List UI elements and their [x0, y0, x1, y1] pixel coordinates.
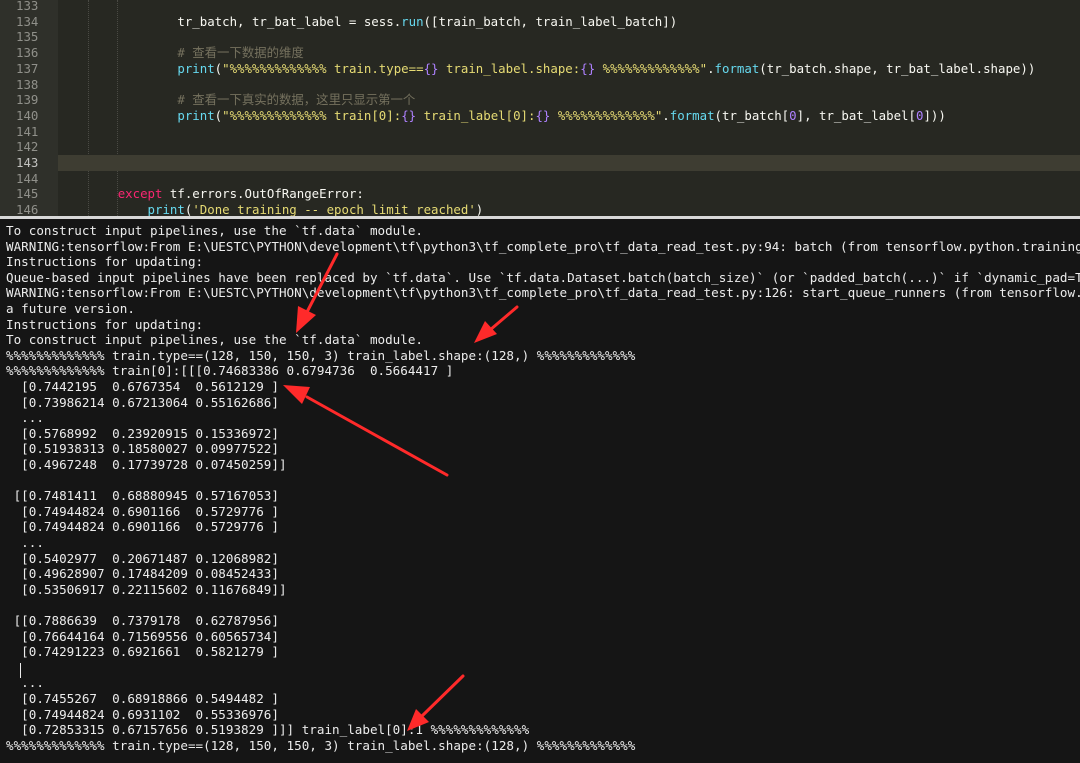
line-number: 141	[16, 123, 39, 139]
text-cursor	[20, 663, 21, 678]
console-line: [0.4967248 0.17739728 0.07450259]]	[6, 457, 287, 472]
console-line: [0.74291223 0.6921661 0.5821279 ]	[6, 644, 279, 660]
console-line: [0.5402977 0.20671487 0.12068982]	[6, 550, 279, 566]
console-line: %%%%%%%%%%%%% train[0]:[[[0.74683386 0.6…	[6, 363, 454, 379]
code-line[interactable]: except tf.errors.OutOfRangeError:	[58, 186, 1080, 202]
console-line: [0.74944824 0.6901166 0.5729776 ]	[6, 519, 279, 535]
run-console-output[interactable]: To construct input pipelines, use the `t…	[0, 219, 1080, 763]
code-line[interactable]	[58, 171, 1080, 187]
console-line: [0.72853315 0.67157656 0.5193829 ]]] tra…	[6, 722, 530, 738]
console-line: Instructions for updating:	[6, 316, 204, 332]
code-line[interactable]: print("%%%%%%%%%%%%% train.type=={} trai…	[58, 61, 1080, 77]
code-line[interactable]	[58, 155, 1080, 171]
code-line[interactable]: print('Done training -- epoch limit reac…	[58, 202, 1080, 216]
code-line[interactable]	[58, 29, 1080, 45]
console-line: [0.51938313 0.18580027 0.09977522]	[6, 441, 279, 457]
console-line: [0.74944824 0.6901166 0.5729776 ]	[6, 503, 279, 519]
code-line[interactable]	[58, 124, 1080, 140]
code-line[interactable]	[58, 0, 1080, 14]
line-number: 133	[16, 0, 39, 13]
console-line: To construct input pipelines, use the `t…	[6, 332, 424, 348]
code-editor-pane[interactable]: 133 134 tr_batch, tr_bat_label = sess.run…	[0, 0, 1080, 216]
line-number: 144	[16, 170, 39, 186]
console-line: %%%%%%%%%%%%% train.type==(128, 150, 150…	[6, 347, 636, 363]
line-number: 135	[16, 29, 39, 45]
console-line: WARNING:tensorflow:From E:\UESTC\PYTHON\…	[6, 238, 1080, 254]
line-number: 139	[16, 92, 39, 108]
console-line: ...	[6, 410, 44, 426]
console-line: %%%%%%%%%%%%% train.type==(128, 150, 150…	[6, 737, 636, 753]
line-number: 137	[16, 60, 39, 76]
console-line: Instructions for updating:	[6, 254, 204, 270]
console-line: [0.74944824 0.6931102 0.55336976]	[6, 706, 279, 722]
console-line: [0.7442195 0.6767354 0.5612129 ]	[6, 379, 279, 394]
line-number: 140	[16, 107, 39, 123]
console-line: WARNING:tensorflow:From E:\UESTC\PYTHON\…	[6, 285, 1080, 301]
console-line: [0.5768992 0.23920915 0.15336972]	[6, 425, 279, 441]
line-number: 145	[16, 186, 39, 202]
console-line: [0.7455267 0.68918866 0.5494482 ]	[6, 691, 279, 706]
console-line: To construct input pipelines, use the `t…	[6, 223, 424, 238]
console-line: Queue-based input pipelines have been re…	[6, 269, 1080, 285]
line-number: 136	[16, 45, 39, 61]
console-line: [0.76644164 0.71569556 0.60565734]	[6, 628, 279, 644]
console-line: [0.73986214 0.67213064 0.55162686]	[6, 394, 279, 410]
code-line[interactable]: tr_batch, tr_bat_label = sess.run([train…	[58, 14, 1080, 30]
line-number: 138	[16, 76, 39, 92]
code-line[interactable]	[58, 77, 1080, 93]
line-number: 142	[16, 139, 39, 155]
console-line: [[0.7886639 0.7379178 0.62787956]	[6, 613, 279, 628]
code-line[interactable]: # 查看一下真实的数据，这里只显示第一个	[58, 92, 1080, 108]
console-line: [[0.7481411 0.68880945 0.57167053]	[6, 488, 279, 504]
line-number: 134	[16, 13, 39, 29]
code-line[interactable]: # 查看一下数据的维度	[58, 45, 1080, 61]
line-number: 143	[16, 155, 39, 170]
code-line[interactable]: print("%%%%%%%%%%%%% train[0]:{} train_l…	[58, 108, 1080, 124]
console-line: ...	[6, 535, 44, 550]
console-line: a future version.	[6, 301, 135, 316]
line-number: 146	[16, 202, 39, 216]
console-line: [0.53506917 0.22115602 0.11676849]]	[6, 581, 287, 597]
console-line: ...	[6, 675, 44, 691]
code-line[interactable]	[58, 139, 1080, 155]
console-line: [0.49628907 0.17484209 0.08452433]	[6, 566, 279, 582]
